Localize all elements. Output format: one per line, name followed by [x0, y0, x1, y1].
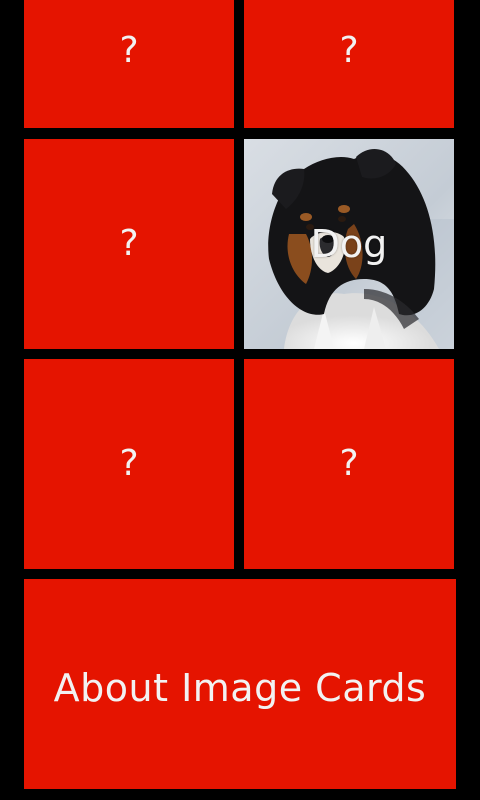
app-screen: ? ? ? Dog ? ? About Image Cards [0, 0, 480, 800]
about-button[interactable]: About Image Cards [24, 579, 456, 789]
card-revealed-label: Dog [310, 222, 388, 266]
card-tile-1[interactable]: ? [24, 0, 234, 128]
card-hidden-label: ? [339, 30, 359, 71]
about-button-label: About Image Cards [53, 666, 427, 710]
card-hidden-label: ? [119, 443, 139, 484]
card-hidden-label: ? [119, 30, 139, 71]
card-tile-5[interactable]: ? [24, 359, 234, 569]
card-hidden-label: ? [339, 443, 359, 484]
card-tile-2[interactable]: ? [244, 0, 454, 128]
card-hidden-label: ? [119, 223, 139, 264]
card-tile-4-revealed[interactable]: Dog [244, 139, 454, 349]
card-tile-6[interactable]: ? [244, 359, 454, 569]
card-tile-3[interactable]: ? [24, 139, 234, 349]
